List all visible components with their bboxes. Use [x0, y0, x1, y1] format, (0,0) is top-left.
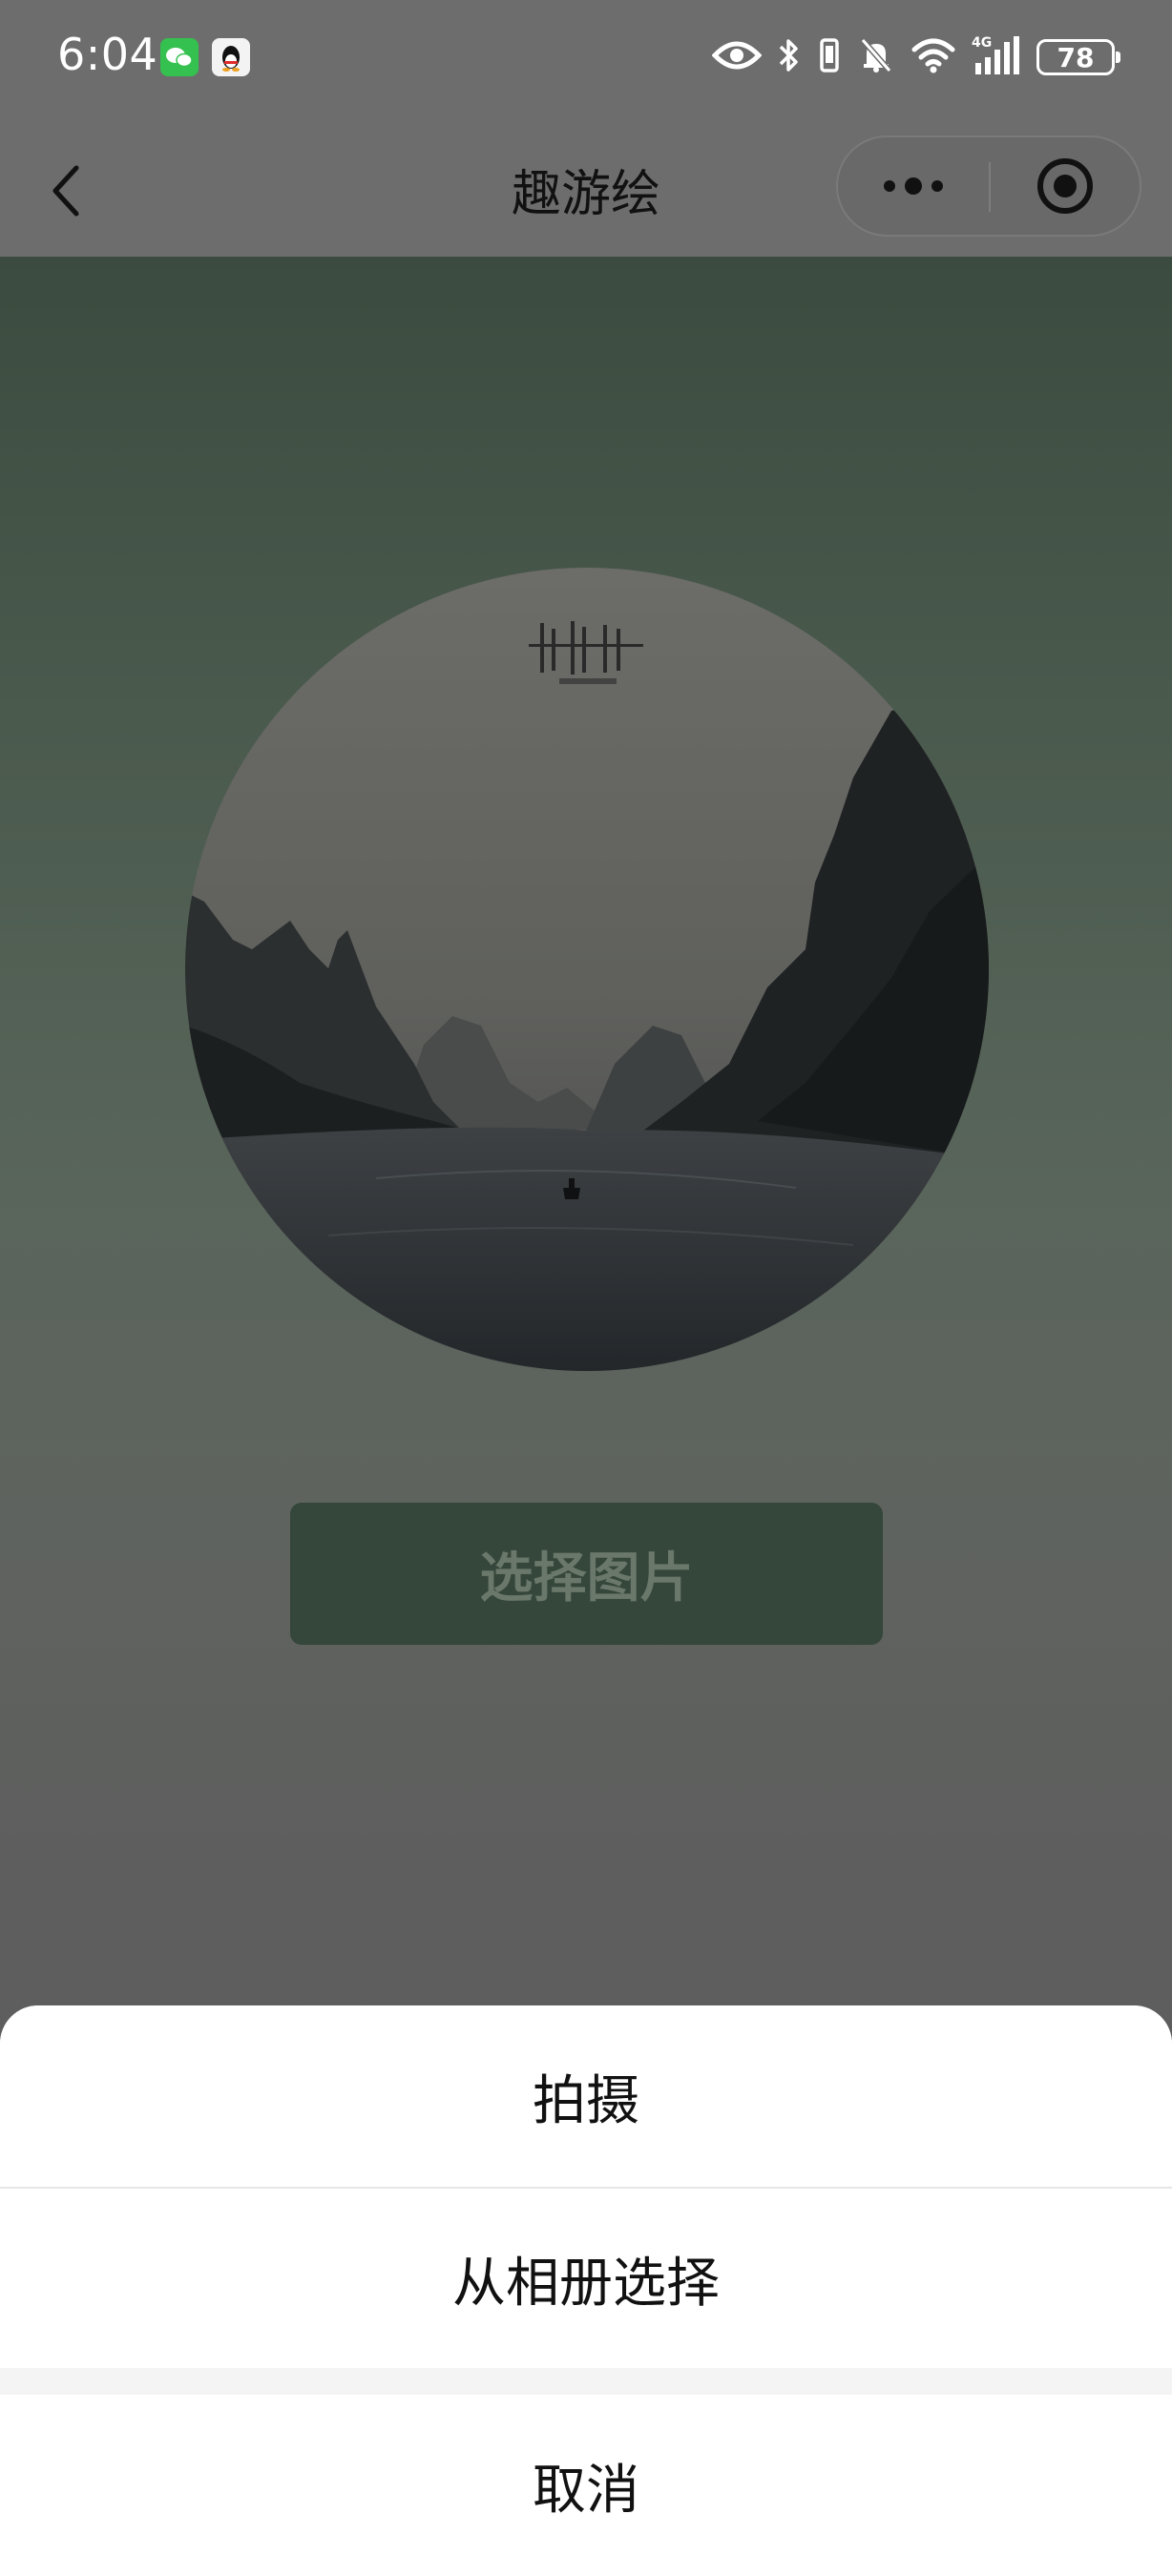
sheet-gap — [0, 2368, 1172, 2395]
take-photo-option[interactable]: 拍摄 — [0, 2005, 1172, 2187]
more-button[interactable] — [838, 137, 989, 235]
navigation-bar: 趣游绘 — [0, 119, 1172, 257]
mini-program-capsule — [836, 135, 1141, 237]
status-time: 6:04 — [57, 29, 158, 80]
wifi-icon — [910, 36, 956, 78]
more-dots-icon — [884, 177, 943, 195]
mute-bell-icon — [857, 36, 895, 78]
bluetooth-icon — [777, 36, 802, 78]
landscape-photo — [185, 568, 989, 1371]
vibrate-icon — [817, 36, 842, 78]
qq-notification-icon — [212, 38, 250, 76]
status-icons: 4G 78 — [711, 31, 1120, 84]
choose-from-album-option[interactable]: 从相册选择 — [0, 2189, 1172, 2368]
battery-level: 78 — [1057, 41, 1095, 73]
cancel-button[interactable]: 取消 — [0, 2395, 1172, 2576]
wechat-notification-icon — [160, 38, 199, 76]
status-bar: 6:04 4G 78 — [0, 0, 1172, 119]
close-mini-program-button[interactable] — [991, 137, 1140, 235]
cellular-signal-icon: 4G — [972, 34, 1021, 80]
select-image-button[interactable]: 选择图片 — [290, 1503, 883, 1645]
eye-icon — [711, 38, 763, 76]
target-close-icon — [1037, 158, 1093, 214]
battery-icon: 78 — [1036, 39, 1120, 75]
network-type-label: 4G — [972, 35, 992, 51]
action-sheet: 拍摄 从相册选择 取消 — [0, 2005, 1172, 2576]
